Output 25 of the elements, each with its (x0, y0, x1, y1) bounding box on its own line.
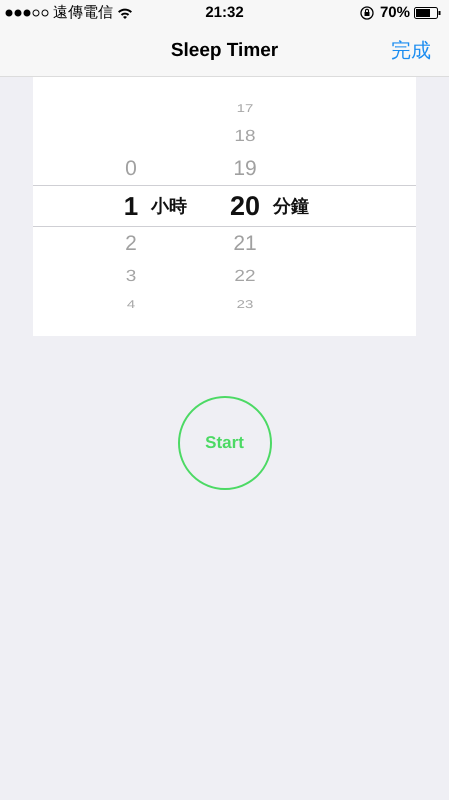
timer-picker[interactable]: 0 17 18 19 1 小時 20 分鐘 2 3 4 21 22 23 (33, 77, 416, 336)
unit-label: 小時 (151, 195, 187, 218)
picker-option[interactable]: 3 (111, 262, 151, 290)
carrier-name: 遠傳電信 (53, 3, 113, 22)
screen-title: Sleep Timer (170, 40, 278, 62)
picker-option[interactable]: 23 (225, 295, 265, 313)
picker-option[interactable]: 19 (225, 152, 265, 185)
picker-value[interactable]: 1 (111, 186, 151, 226)
picker-value[interactable]: 20 (225, 186, 265, 226)
picker-option[interactable]: 17 (225, 99, 265, 117)
done-button[interactable]: 完成 (391, 37, 431, 64)
wifi-icon (117, 6, 133, 18)
unit-label: 分鐘 (273, 195, 309, 218)
picker-option[interactable]: 2 (111, 227, 151, 260)
picker-option[interactable]: 4 (111, 295, 151, 313)
battery-percent: 70% (380, 4, 410, 21)
picker-option[interactable]: 18 (225, 122, 265, 150)
picker-option[interactable]: 0 (111, 152, 151, 185)
signal-icon (5, 8, 49, 16)
picker-option[interactable]: 21 (225, 227, 265, 260)
battery-icon (414, 6, 441, 18)
start-button[interactable]: Start (178, 396, 272, 490)
status-time: 21:32 (204, 4, 245, 21)
picker-option[interactable]: 22 (225, 262, 265, 290)
rotation-lock-icon (360, 6, 374, 20)
